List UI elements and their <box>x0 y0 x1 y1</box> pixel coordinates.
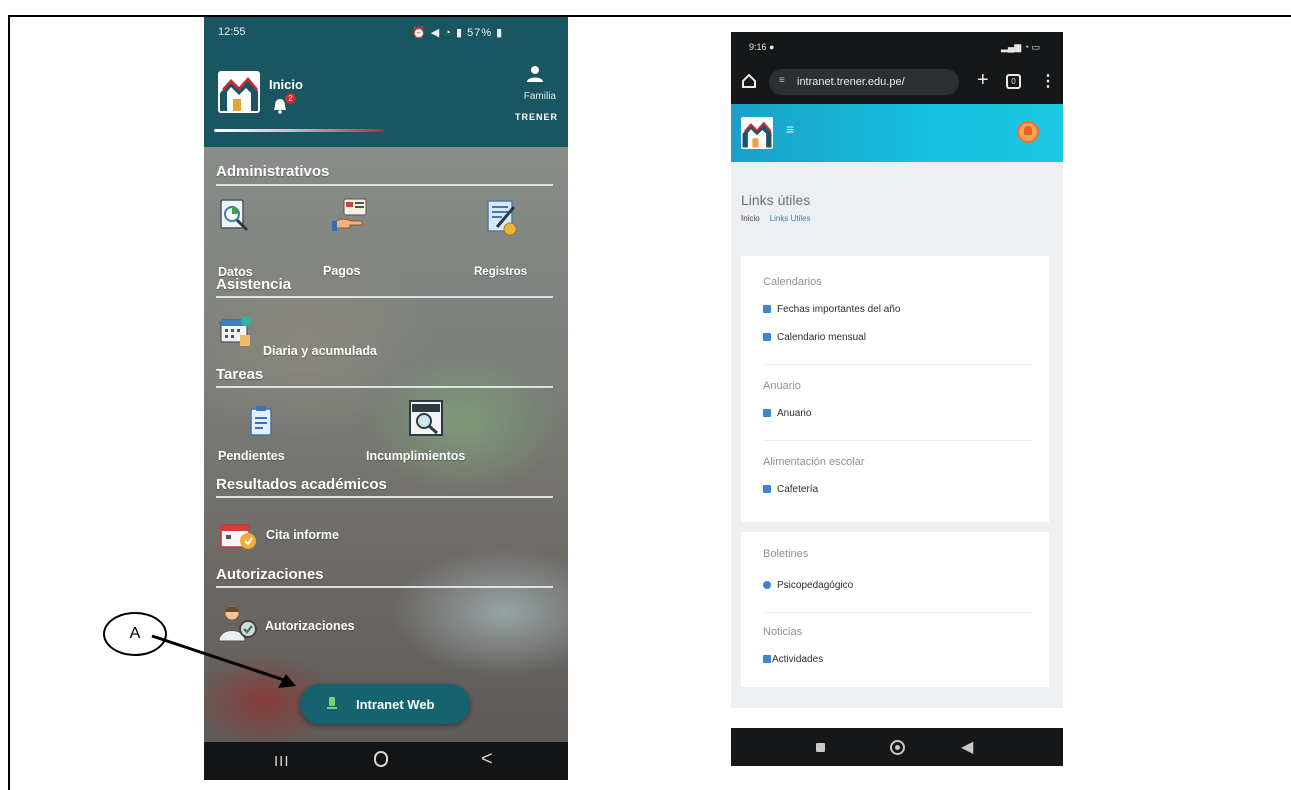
frame-left-line <box>8 15 10 790</box>
status-battery: ⏰ ◀ ◔ ▮ 57% ▮ <box>412 27 504 39</box>
android-navigation-bar: III < <box>204 742 568 780</box>
browser-toolbar: ≡ intranet.trener.edu.pe/ + 0 ⋮ <box>731 60 1063 104</box>
breadcrumb: Inicio Links Utiles <box>741 214 811 223</box>
android-navigation-bar: ◀ <box>731 728 1063 766</box>
notification-badge: 2 <box>285 93 296 104</box>
page-footer <box>731 708 1063 728</box>
link-item[interactable]: Cafetería <box>763 484 818 495</box>
globe-pin-icon <box>327 697 337 709</box>
section-title-resultados-academicos: Resultados académicos <box>216 476 387 493</box>
recents-button[interactable]: III <box>274 753 290 770</box>
menu-item-registros[interactable]: Registros <box>474 266 527 278</box>
address-bar[interactable]: ≡ intranet.trener.edu.pe/ <box>769 69 959 95</box>
home-button[interactable] <box>374 751 388 767</box>
home-button[interactable] <box>890 740 905 755</box>
cafeteria-link-icon <box>763 485 771 493</box>
section-divider <box>216 586 553 588</box>
section-divider <box>216 184 553 186</box>
menu-item-pagos[interactable]: Pagos <box>323 264 361 278</box>
records-icon[interactable] <box>484 199 520 237</box>
payments-icon[interactable] <box>332 197 370 233</box>
page-title: Links útiles <box>741 192 811 208</box>
menu-item-incumplimientos[interactable]: Incumplimientos <box>366 449 465 463</box>
home-icon[interactable] <box>741 73 757 89</box>
calendar-check-icon[interactable] <box>220 315 254 347</box>
data-chart-icon[interactable] <box>218 197 252 233</box>
url-text: intranet.trener.edu.pe/ <box>797 76 905 88</box>
section-title-tareas: Tareas <box>216 366 264 383</box>
breadcrumb-home[interactable]: Inicio <box>741 214 760 223</box>
user-icon[interactable] <box>524 63 546 85</box>
tabs-count-icon[interactable]: 0 <box>1006 74 1021 89</box>
status-icons: ▂▄▆ ◔ ▭ <box>1001 42 1041 52</box>
intranet-web-button[interactable]: Intranet Web <box>300 684 470 724</box>
task-list-icon[interactable] <box>248 405 274 437</box>
link-item[interactable]: Actividades <box>763 654 823 665</box>
status-bar: 9:16 ● ▂▄▆ ◔ ▭ <box>731 32 1063 60</box>
site-header: ≡ <box>731 104 1063 162</box>
recents-button[interactable] <box>816 743 825 752</box>
more-options-icon[interactable]: ⋮ <box>1040 71 1056 91</box>
school-name: TRENER <box>514 112 558 122</box>
links-card: Calendarios Fechas importantes del año C… <box>741 256 1049 522</box>
group-divider <box>763 364 1033 365</box>
section-title-asistencia: Asistencia <box>216 276 292 293</box>
back-button[interactable]: < <box>481 748 493 771</box>
menu-hamburger-icon[interactable]: ≡ <box>786 121 794 137</box>
search-document-icon[interactable] <box>406 399 446 437</box>
news-card: Boletines Psicopedagógico Noticias Activ… <box>741 532 1049 687</box>
link-item[interactable]: Calendario mensual <box>763 332 866 343</box>
page-title: Inicio <box>269 77 303 92</box>
document-canvas: 12:55 ⏰ ◀ ◔ ▮ 57% ▮ Inicio 2 Familia TRE… <box>0 0 1291 790</box>
group-divider <box>763 440 1033 441</box>
app-header: Inicio 2 Familia TRENER <box>204 47 568 147</box>
group-title-anuario: Anuario <box>763 380 801 392</box>
section-divider <box>216 296 553 298</box>
news-link-icon <box>763 655 771 663</box>
breadcrumb-current: Links Utiles <box>769 214 811 223</box>
header-accent-bar <box>214 129 384 132</box>
group-title-boletines: Boletines <box>763 548 809 560</box>
user-role-label: Familia <box>523 91 556 102</box>
group-title-alimentacion: Alimentación escolar <box>763 456 865 468</box>
back-button[interactable]: ◀ <box>961 737 973 757</box>
calendar-link-icon <box>763 305 771 313</box>
mobile-browser-screen: 9:16 ● ▂▄▆ ◔ ▭ ≡ intranet.trener.edu.pe/… <box>731 32 1063 766</box>
link-item[interactable]: Anuario <box>763 408 811 419</box>
site-settings-icon[interactable]: ≡ <box>779 75 785 86</box>
school-logo-icon[interactable] <box>218 71 260 113</box>
section-divider <box>216 386 553 388</box>
section-divider <box>216 496 553 498</box>
menu-item-pendientes[interactable]: Pendientes <box>218 449 285 463</box>
group-divider <box>763 612 1033 613</box>
group-title-noticias: Noticias <box>763 626 803 638</box>
section-title-administrativos: Administrativos <box>216 163 330 180</box>
frame-top-line <box>8 15 1291 17</box>
link-item[interactable]: Psicopedagógico <box>763 580 853 591</box>
menu-item-cita-informe[interactable]: Cita informe <box>266 528 339 542</box>
group-title-calendarios: Calendarios <box>763 276 822 288</box>
link-item[interactable]: Fechas importantes del año <box>763 304 900 315</box>
intranet-web-label: Intranet Web <box>356 697 435 712</box>
report-appointment-icon[interactable] <box>220 521 258 551</box>
status-bar: 12:55 ⏰ ◀ ◔ ▮ 57% ▮ <box>204 17 568 47</box>
status-time: 12:55 <box>218 26 246 38</box>
calendar-link-icon <box>763 333 771 341</box>
user-avatar[interactable] <box>1017 121 1039 143</box>
school-logo-icon[interactable] <box>741 117 773 149</box>
bulletin-link-icon <box>763 581 771 589</box>
section-title-autorizaciones: Autorizaciones <box>216 566 324 583</box>
book-link-icon <box>763 409 771 417</box>
status-time: 9:16 ● <box>749 42 775 52</box>
menu-item-diaria-acumulada[interactable]: Diaria y acumulada <box>263 344 377 358</box>
new-tab-icon[interactable]: + <box>977 69 989 92</box>
callout-arrow <box>151 634 296 688</box>
